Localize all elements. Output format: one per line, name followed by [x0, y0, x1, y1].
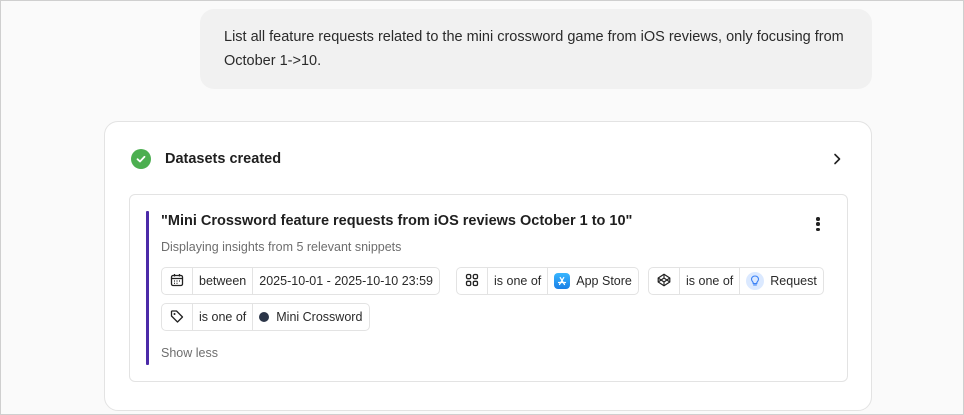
dataset-subtitle: Displaying insights from 5 relevant snip…	[161, 240, 402, 254]
filter-value: Mini Crossword	[276, 310, 363, 324]
filter-chip-tag[interactable]: is one of Mini Crossword	[161, 303, 371, 331]
check-circle-icon	[131, 149, 151, 169]
filter-value: Request	[770, 274, 817, 288]
dataset-item: "Mini Crossword feature requests from iO…	[129, 194, 848, 382]
show-less-link[interactable]: Show less	[161, 346, 218, 360]
grid-icon	[465, 273, 479, 290]
card-header-title: Datasets created	[165, 151, 282, 167]
more-options-icon[interactable]	[813, 215, 823, 233]
calendar-icon	[170, 273, 184, 290]
chevron-right-icon[interactable]	[829, 151, 845, 167]
filter-operator: is one of	[487, 268, 547, 294]
filter-value: 2025-10-01 - 2025-10-10 23:59	[252, 268, 439, 294]
dataset-title[interactable]: "Mini Crossword feature requests from iO…	[161, 213, 632, 229]
user-message-text: List all feature requests related to the…	[224, 29, 844, 69]
app-store-icon	[554, 273, 571, 289]
filter-operator: between	[192, 268, 252, 294]
user-message: List all feature requests related to the…	[200, 9, 872, 89]
tag-icon	[170, 309, 184, 326]
dot-icon	[259, 312, 270, 322]
filter-chip-source[interactable]: is one of App Store	[456, 267, 639, 295]
filter-chip-type[interactable]: is one of Request	[648, 267, 824, 295]
codepen-icon	[657, 273, 671, 290]
filter-chip-date[interactable]: between 2025-10-01 - 2025-10-10 23:59	[161, 267, 441, 295]
filter-operator: is one of	[679, 268, 739, 294]
datasets-created-card: Datasets created "Mini Crossword feature…	[104, 121, 872, 411]
filter-value: App Store	[576, 274, 632, 288]
lightbulb-icon	[746, 272, 765, 290]
dataset-accent-bar	[146, 211, 149, 365]
filter-operator: is one of	[192, 304, 252, 330]
card-header[interactable]: Datasets created	[131, 148, 845, 170]
